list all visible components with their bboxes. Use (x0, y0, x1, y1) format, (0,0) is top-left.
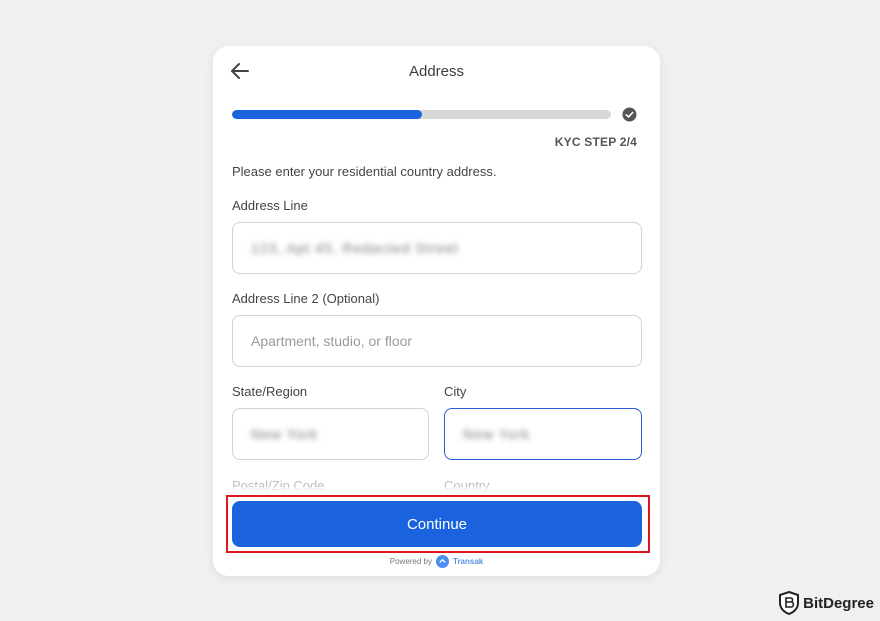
powered-by: Powered by Transak (213, 555, 660, 568)
address-line-input[interactable]: 123, Apt 45, Redacted Street (232, 222, 642, 274)
continue-button[interactable]: Continue (232, 501, 642, 547)
kyc-progress-bar (232, 110, 611, 119)
transak-logo-icon (436, 555, 449, 568)
check-circle-icon (622, 107, 637, 122)
address-line-label: Address Line (232, 198, 308, 213)
watermark-text: BitDegree (803, 594, 874, 612)
transak-brand: Transak (453, 557, 484, 566)
city-value: New York (463, 426, 531, 442)
progress-fill (232, 110, 422, 119)
instruction-text: Please enter your residential country ad… (232, 164, 497, 179)
powered-by-text: Powered by (389, 557, 432, 566)
kyc-step-label: KYC STEP 2/4 (554, 135, 637, 149)
address-line-2-placeholder: Apartment, studio, or floor (251, 333, 413, 349)
kyc-address-card: Address KYC STEP 2/4 Please enter your r… (213, 46, 660, 576)
city-label: City (444, 384, 467, 399)
bitdegree-watermark: BitDegree (779, 591, 874, 615)
address-line-2-input[interactable]: Apartment, studio, or floor (232, 315, 642, 367)
city-input[interactable]: New York (444, 408, 642, 460)
page-title: Address (408, 63, 465, 80)
address-line-value: 123, Apt 45, Redacted Street (251, 240, 459, 256)
screen: Address KYC STEP 2/4 Please enter your r… (0, 0, 880, 621)
state-region-value: New York (251, 426, 319, 442)
address-line-2-label: Address Line 2 (Optional) (232, 291, 380, 306)
bitdegree-shield-icon (779, 591, 800, 615)
state-region-input[interactable]: New York (232, 408, 429, 460)
state-region-label: State/Region (232, 384, 308, 399)
